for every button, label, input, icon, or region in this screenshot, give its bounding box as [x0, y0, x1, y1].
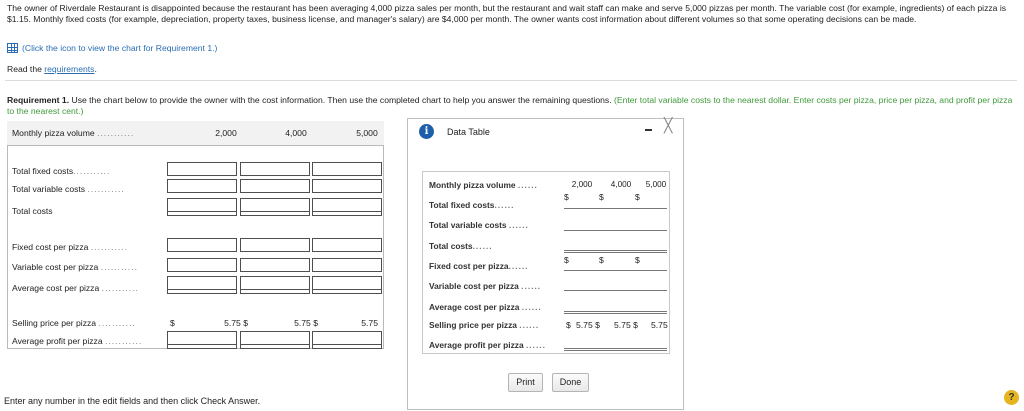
chart-link[interactable]: (Click the icon to view the chart for Re…: [7, 43, 217, 53]
row-average-cost-per-pizza: Average cost per pizza ...........: [12, 283, 139, 293]
variable-per-5000-input[interactable]: [312, 258, 382, 272]
popup-row-fixed-per: Fixed cost per pizza......: [429, 261, 529, 271]
popup-rule: [564, 290, 667, 291]
total-variable-5000-input[interactable]: [312, 179, 382, 193]
total-costs-5000-input[interactable]: [312, 198, 382, 216]
selling-dollar: $: [170, 318, 175, 328]
requirement-text: Use the chart below to provide the owner…: [69, 95, 614, 105]
row-total-fixed-costs: Total fixed costs...........: [12, 166, 111, 176]
fixed-per-5000-input[interactable]: [312, 238, 382, 252]
total-fixed-4000-input[interactable]: [240, 162, 310, 176]
average-profit-2000-input[interactable]: [167, 331, 237, 349]
total-fixed-2000-input[interactable]: [167, 162, 237, 176]
minimize-icon[interactable]: [645, 129, 652, 131]
popup-selling-dollar: $: [566, 320, 571, 330]
average-profit-5000-input[interactable]: [312, 331, 382, 349]
volume-5000: 5,000: [356, 128, 378, 138]
volume-2000: 2,000: [215, 128, 237, 138]
total-costs-2000-input[interactable]: [167, 198, 237, 216]
row-selling-price: Selling price per pizza ...........: [12, 318, 136, 328]
popup-dollar-2: $: [599, 192, 604, 202]
total-fixed-5000-input[interactable]: [312, 162, 382, 176]
requirement-1: Requirement 1. Use the chart below to pr…: [7, 95, 1017, 117]
fixed-per-4000-input[interactable]: [240, 238, 310, 252]
popup-dollar-1: $: [564, 192, 569, 202]
read-suffix: .: [94, 64, 97, 74]
selling-price-5000: 5.75: [361, 318, 378, 328]
variable-per-2000-input[interactable]: [167, 258, 237, 272]
popup-dollar-6: $: [635, 255, 640, 265]
popup-selling-2000: 5.75 $: [576, 320, 600, 330]
table-grid-icon[interactable]: [7, 43, 18, 53]
popup-title: Data Table: [447, 127, 490, 137]
variable-per-4000-input[interactable]: [240, 258, 310, 272]
selling-price-4000: 5.75 $: [294, 318, 318, 328]
total-variable-2000-input[interactable]: [167, 179, 237, 193]
popup-rule: [564, 252, 667, 253]
requirement-label: Requirement 1.: [7, 95, 70, 105]
popup-row-average-profit: Average profit per pizza ......: [429, 340, 546, 350]
total-variable-4000-input[interactable]: [240, 179, 310, 193]
row-fixed-cost-per-pizza: Fixed cost per pizza ...........: [12, 242, 129, 252]
popup-selling-5000: 5.75: [651, 320, 668, 330]
popup-rule: [564, 350, 667, 351]
instruction-message: Enter any number in the edit fields and …: [4, 396, 261, 406]
popup-row-total-fixed: Total fixed costs......: [429, 200, 515, 210]
average-per-2000-input[interactable]: [167, 276, 237, 294]
popup-rule: [564, 270, 667, 271]
read-requirements: Read the requirements.: [7, 64, 97, 74]
done-button[interactable]: Done: [552, 373, 589, 392]
popup-dollar-4: $: [564, 255, 569, 265]
popup-dollar-5: $: [599, 255, 604, 265]
popup-row-variable-per: Variable cost per pizza ......: [429, 281, 542, 291]
popup-rule: [564, 311, 667, 312]
read-prefix: Read the: [7, 64, 45, 74]
popup-volume-2000: 2,000: [571, 180, 593, 189]
popup-row-total-costs: Total costs......: [429, 241, 493, 251]
fixed-per-2000-input[interactable]: [167, 238, 237, 252]
info-icon: i: [419, 124, 434, 139]
problem-intro: The owner of Riverdale Restaurant is dis…: [7, 3, 1007, 24]
popup-dollar-3: $: [635, 192, 640, 202]
popup-row-average-per: Average cost per pizza ......: [429, 302, 542, 312]
average-per-4000-input[interactable]: [240, 276, 310, 294]
popup-rule: [564, 348, 667, 349]
popup-volume-label: Monthly pizza volume ......: [429, 180, 538, 190]
help-icon[interactable]: ?: [1004, 390, 1019, 405]
average-per-5000-input[interactable]: [312, 276, 382, 294]
average-profit-4000-input[interactable]: [240, 331, 310, 349]
popup-rule: [564, 313, 667, 314]
volume-4000: 4,000: [285, 128, 307, 138]
print-button[interactable]: Print: [508, 373, 543, 392]
row-variable-cost-per-pizza: Variable cost per pizza ...........: [12, 262, 138, 272]
close-icon[interactable]: ╳: [664, 117, 672, 134]
chart-link-text[interactable]: (Click the icon to view the chart for Re…: [22, 43, 217, 53]
popup-volume-4000: 4,000: [610, 180, 632, 189]
total-costs-4000-input[interactable]: [240, 198, 310, 216]
popup-row-total-variable: Total variable costs ......: [429, 220, 529, 230]
divider: [5, 80, 1017, 81]
selling-price-2000: 5.75 $: [224, 318, 248, 328]
cost-chart: [7, 121, 384, 349]
popup-rule: [564, 208, 667, 209]
row-average-profit: Average profit per pizza ...........: [12, 336, 143, 346]
popup-row-selling-price: Selling price per pizza ......: [429, 320, 540, 330]
popup-rule: [564, 230, 667, 231]
popup-selling-4000: 5.75 $: [614, 320, 638, 330]
row-total-costs: Total costs: [12, 206, 53, 216]
requirements-link[interactable]: requirements: [44, 64, 94, 74]
volume-label: Monthly pizza volume ...........: [12, 128, 135, 138]
row-total-variable-costs: Total variable costs ...........: [12, 184, 125, 194]
popup-volume-5000: 5,000: [645, 180, 667, 189]
popup-rule: [564, 250, 667, 251]
